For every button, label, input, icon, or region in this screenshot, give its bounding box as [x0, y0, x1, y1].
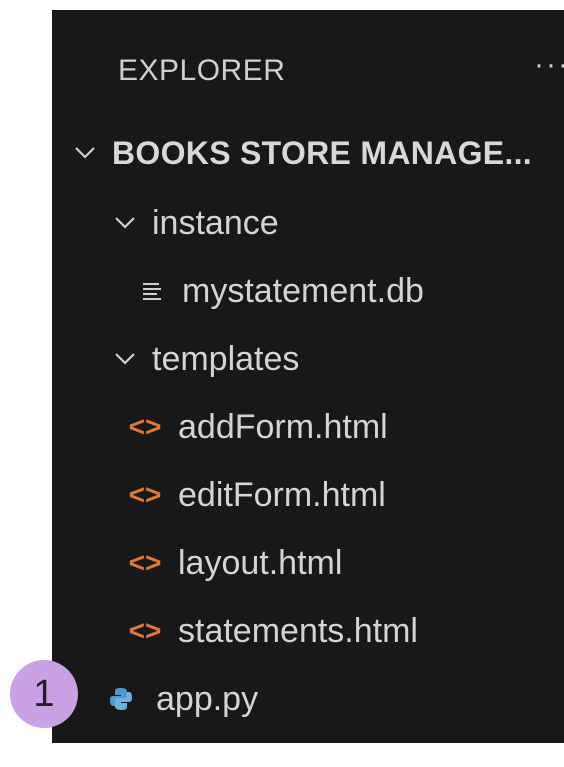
folder-templates[interactable]: templates: [112, 334, 299, 384]
file-label: app.py: [156, 679, 259, 718]
file-mystatement-db[interactable]: mystatement.db: [138, 266, 424, 316]
database-lines-icon: [138, 280, 166, 302]
file-layout-html[interactable]: <> layout.html: [128, 538, 343, 588]
html-icon: <>: [128, 615, 162, 646]
folder-label: instance: [152, 203, 279, 242]
file-label: addForm.html: [178, 407, 388, 446]
html-icon: <>: [128, 479, 162, 510]
html-icon: <>: [128, 547, 162, 578]
root-folder-label: BOOKS STORE MANAGE...: [112, 134, 532, 171]
annotation-badge: 1: [10, 660, 78, 728]
file-statements-html[interactable]: <> statements.html: [128, 606, 418, 656]
folder-instance[interactable]: instance: [112, 198, 279, 248]
file-app-py[interactable]: app.py: [104, 674, 258, 724]
explorer-title: EXPLORER: [118, 54, 286, 87]
root-folder-row[interactable]: BOOKS STORE MANAGE...: [72, 128, 532, 178]
file-label: mystatement.db: [182, 271, 424, 310]
python-icon: [104, 686, 138, 712]
file-label: editForm.html: [178, 475, 386, 514]
html-icon: <>: [128, 411, 162, 442]
chevron-down-icon: [112, 216, 138, 230]
file-label: layout.html: [178, 543, 343, 582]
file-label: statements.html: [178, 611, 418, 650]
folder-label: templates: [152, 339, 300, 378]
chevron-down-icon: [112, 352, 138, 366]
explorer-panel: EXPLORER ··· BOOKS STORE MANAGE... insta…: [52, 10, 564, 743]
file-addform-html[interactable]: <> addForm.html: [128, 402, 388, 452]
chevron-down-icon: [72, 146, 98, 160]
more-actions-button[interactable]: ···: [534, 48, 564, 82]
file-editform-html[interactable]: <> editForm.html: [128, 470, 386, 520]
